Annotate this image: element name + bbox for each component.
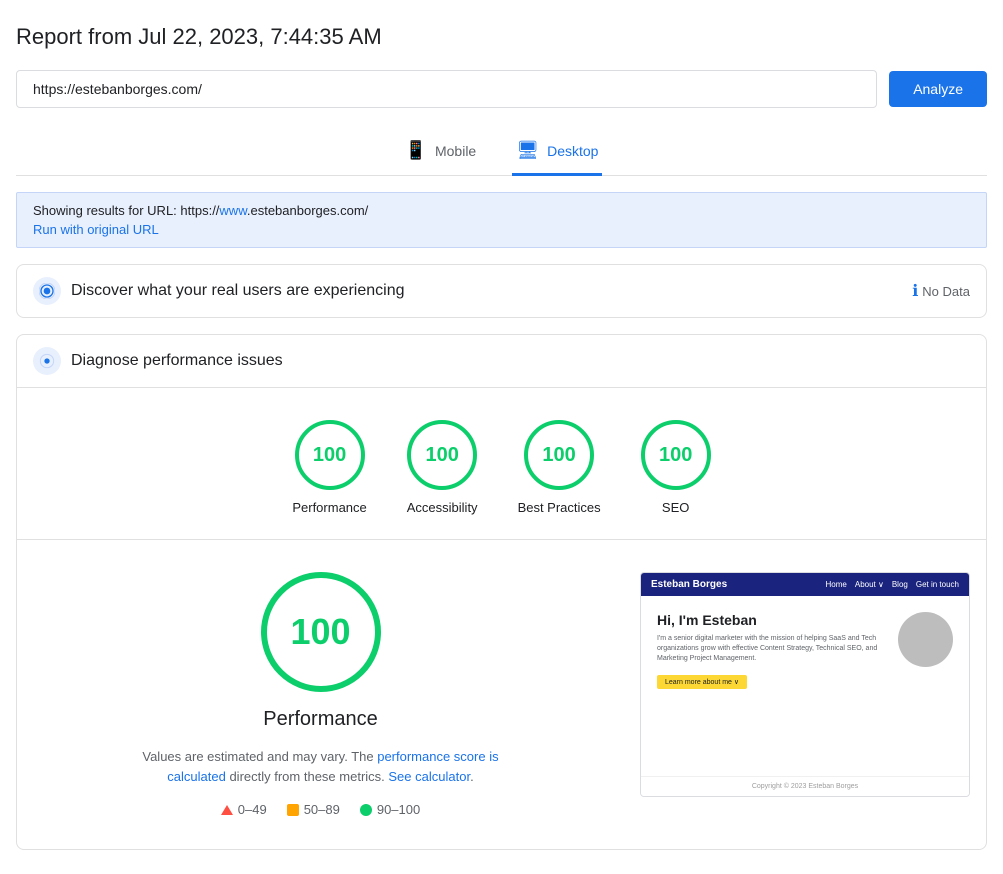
scores-row: 100 Performance 100 Accessibility 100 Be…: [17, 388, 986, 540]
tab-desktop-label: Desktop: [547, 143, 598, 159]
diagnose-icon: [33, 347, 61, 375]
no-data-badge: ℹ No Data: [912, 281, 970, 301]
screenshot-heading: Hi, I'm Esteban: [657, 612, 890, 628]
detail-left: 100 Performance Values are estimated and…: [33, 572, 608, 817]
report-title: Report from Jul 22, 2023, 7:44:35 AM: [16, 24, 987, 50]
legend-red-icon: [221, 805, 233, 815]
screenshot-cta: Learn more about me ∨: [657, 675, 747, 689]
legend-orange-icon: [287, 804, 299, 816]
tab-desktop[interactable]: 🖥 Desktop: [512, 132, 602, 176]
legend-orange: 50–89: [287, 802, 340, 817]
screenshot-avatar: [898, 612, 953, 667]
screenshot-header: Esteban Borges Home About ∨ Blog Get in …: [641, 573, 969, 596]
detail-description: Values are estimated and may vary. The p…: [131, 747, 511, 786]
discover-icon: [33, 277, 61, 305]
detail-section: 100 Performance Values are estimated and…: [17, 540, 986, 849]
tab-mobile-label: Mobile: [435, 143, 476, 159]
score-best-practices: 100 Best Practices: [518, 420, 601, 515]
diagnose-title: Diagnose performance issues: [71, 352, 970, 370]
score-label-seo: SEO: [662, 500, 689, 515]
screenshot-body: Hi, I'm Esteban I'm a senior digital mar…: [641, 596, 969, 776]
url-input[interactable]: [16, 70, 877, 108]
score-circle-performance: 100: [295, 420, 365, 490]
screenshot-text-block: Hi, I'm Esteban I'm a senior digital mar…: [657, 612, 890, 689]
legend-green: 90–100: [360, 802, 420, 817]
detail-right: Esteban Borges Home About ∨ Blog Get in …: [640, 572, 970, 797]
legend-red: 0–49: [221, 802, 267, 817]
discover-section: Discover what your real users are experi…: [16, 264, 987, 318]
results-text-prefix: Showing results for URL: https://: [33, 203, 219, 218]
results-banner: Showing results for URL: https://www.est…: [16, 192, 987, 248]
score-circle-best-practices: 100: [524, 420, 594, 490]
screenshot-nav: Home About ∨ Blog Get in touch: [826, 580, 959, 589]
screenshot-hero: Hi, I'm Esteban I'm a senior digital mar…: [657, 612, 953, 689]
score-seo: 100 SEO: [641, 420, 711, 515]
score-label-performance: Performance: [292, 500, 366, 515]
run-original-url-link[interactable]: Run with original URL: [33, 222, 970, 237]
big-score-circle: 100: [261, 572, 381, 692]
legend-row: 0–49 50–89 90–100: [221, 802, 420, 817]
score-circle-accessibility: 100: [407, 420, 477, 490]
detail-title: Performance: [263, 708, 378, 731]
diagnose-section: Diagnose performance issues 100 Performa…: [16, 334, 987, 850]
website-screenshot: Esteban Borges Home About ∨ Blog Get in …: [640, 572, 970, 797]
discover-title: Discover what your real users are experi…: [71, 282, 912, 300]
see-calculator-link[interactable]: See calculator: [388, 769, 470, 784]
legend-green-icon: [360, 804, 372, 816]
score-label-best-practices: Best Practices: [518, 500, 601, 515]
screenshot-body-text: I'm a senior digital marketer with the m…: [657, 634, 890, 663]
score-label-accessibility: Accessibility: [407, 500, 478, 515]
score-circle-seo: 100: [641, 420, 711, 490]
no-data-text: No Data: [922, 284, 970, 299]
score-accessibility: 100 Accessibility: [407, 420, 478, 515]
tab-bar: 📱 Mobile 🖥 Desktop: [16, 132, 987, 176]
analyze-button[interactable]: Analyze: [889, 71, 987, 107]
results-www-link[interactable]: www: [219, 203, 246, 218]
mobile-icon: 📱: [405, 140, 427, 161]
score-performance: 100 Performance: [292, 420, 366, 515]
info-circle-icon: ℹ: [912, 281, 918, 301]
tab-mobile[interactable]: 📱 Mobile: [401, 132, 481, 176]
screenshot-logo: Esteban Borges: [651, 579, 727, 590]
results-text-suffix: .estebanborges.com/: [247, 203, 368, 218]
desktop-icon: 🖥: [516, 140, 539, 161]
screenshot-footer: Copyright © 2023 Esteban Borges: [641, 776, 969, 796]
